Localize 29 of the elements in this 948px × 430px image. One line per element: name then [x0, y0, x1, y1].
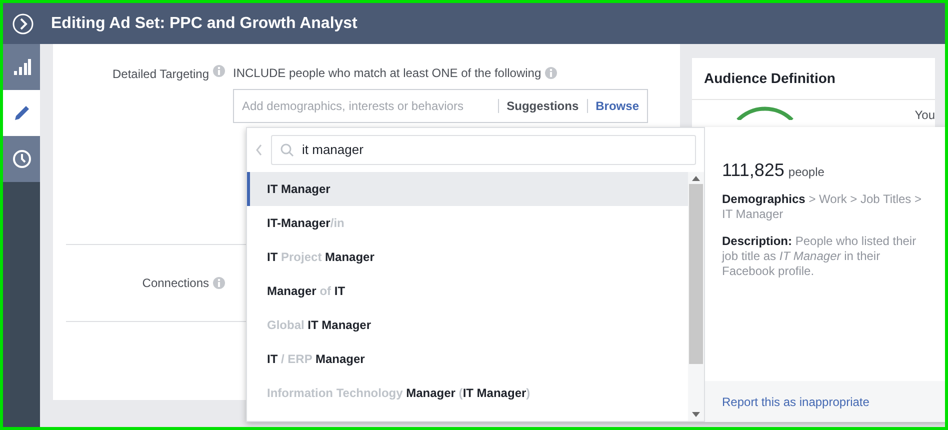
category-path: Demographics > Work > Job Titles > IT Manager	[722, 192, 923, 222]
sidebar-tab[interactable]	[3, 44, 40, 90]
field-label: Detailed Targeting	[112, 66, 209, 83]
suggestions-link[interactable]: Suggestions	[506, 97, 579, 115]
targeting-field[interactable]: Add demographics, interests or behaviors Suggestions Browse	[233, 89, 648, 123]
bar-chart-icon	[12, 59, 30, 75]
scrollbar[interactable]	[688, 172, 704, 421]
window-title: Editing Ad Set: PPC and Growth Analyst	[51, 14, 358, 34]
expand-icon[interactable]	[12, 12, 34, 34]
result-item[interactable]: IT Manager	[247, 172, 688, 206]
sidebar-tab[interactable]	[3, 90, 40, 136]
count-unit: people	[788, 164, 824, 181]
search-value: it manager	[302, 141, 364, 160]
placeholder-text: Add demographics, interests or behaviors	[242, 98, 464, 115]
audience-count: 111,825	[722, 159, 784, 182]
card-title: Audience Definition	[704, 69, 836, 88]
pencil-icon	[12, 104, 30, 122]
clock-icon	[12, 149, 32, 169]
info-icon	[545, 67, 558, 79]
browse-link[interactable]: Browse	[596, 97, 639, 115]
info-icon	[213, 65, 225, 77]
include-text: INCLUDE people who match at least ONE of the following	[233, 65, 542, 82]
field-label: Connections	[142, 275, 209, 292]
sidebar-tab[interactable]	[3, 136, 40, 182]
search-field[interactable]: it manager	[271, 135, 696, 165]
description-text: Description: People who listed their job title as IT Manager in their Facebook profile.	[722, 234, 918, 279]
audience-text: You	[914, 107, 935, 124]
info-icon	[213, 277, 225, 289]
search-icon	[280, 143, 294, 157]
